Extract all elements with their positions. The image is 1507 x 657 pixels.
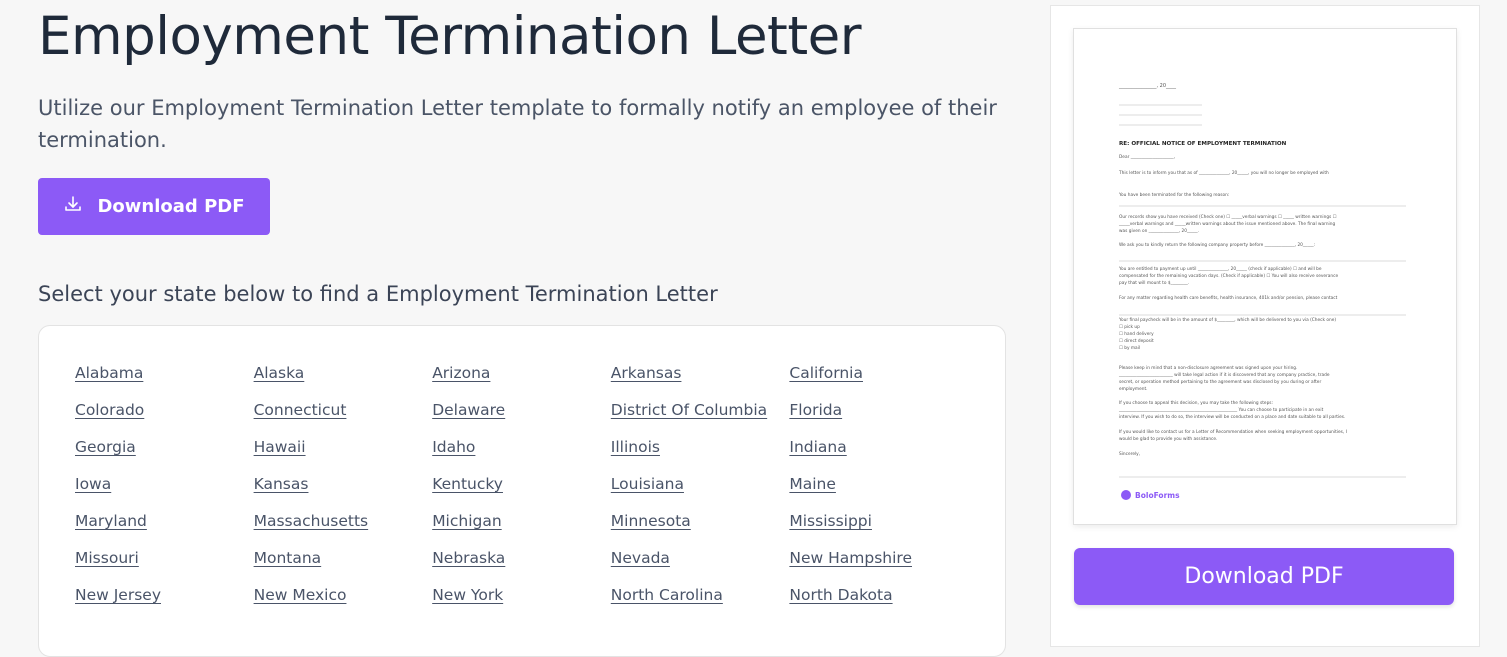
- state-link[interactable]: Arizona: [432, 364, 611, 401]
- preview-text-line: If you choose to appeal this decision, y…: [1119, 400, 1273, 406]
- download-pdf-secondary-label: Download PDF: [1184, 564, 1344, 589]
- preview-text-line: Please keep in mind that a non-disclosur…: [1119, 365, 1297, 371]
- state-link[interactable]: North Dakota: [789, 586, 968, 623]
- preview-heading: RE: OFFICIAL NOTICE OF EMPLOYMENT TERMIN…: [1119, 141, 1287, 147]
- state-link[interactable]: Mississippi: [789, 512, 968, 549]
- preview-text-line: This letter is to inform you that as of …: [1118, 170, 1329, 176]
- preview-brand-name: BoloForms: [1135, 491, 1180, 500]
- state-link[interactable]: Illinois: [611, 438, 790, 475]
- preview-text-line: We ask you to kindly return the followin…: [1119, 242, 1315, 248]
- preview-text-line: Dear ____________________,: [1119, 154, 1175, 160]
- states-grid: Alabama Alaska Arizona Arkansas California Co…: [75, 364, 968, 623]
- state-link[interactable]: New York: [432, 586, 611, 623]
- state-link[interactable]: Connecticut: [254, 401, 433, 438]
- state-link[interactable]: Missouri: [75, 549, 254, 586]
- preview-text-line: was given on ______________, 20_____.: [1119, 228, 1199, 234]
- preview-text-line: secret, or operation method pertaining t…: [1119, 379, 1321, 385]
- state-link[interactable]: Kentucky: [432, 475, 611, 512]
- state-link[interactable]: Idaho: [432, 438, 611, 475]
- preview-text-line: If you would like to contact us for a Le…: [1119, 429, 1347, 435]
- state-link[interactable]: Montana: [254, 549, 433, 586]
- state-link[interactable]: New Jersey: [75, 586, 254, 623]
- state-link[interactable]: Massachusetts: [254, 512, 433, 549]
- state-link[interactable]: Kansas: [254, 475, 433, 512]
- preview-text-line: Your final paycheck will be in the amoun…: [1118, 317, 1336, 323]
- state-link[interactable]: Arkansas: [611, 364, 790, 401]
- preview-text-line: You are entitled to payment up until ___…: [1118, 266, 1322, 272]
- preview-text-line: ________________________________________…: [1118, 407, 1324, 413]
- bolo-logo-icon: [1121, 490, 1131, 500]
- preview-text-line: For any matter regarding health care ben…: [1119, 295, 1338, 301]
- preview-text-line: pay that will mount to $________.: [1119, 280, 1189, 286]
- state-link[interactable]: Maryland: [75, 512, 254, 549]
- state-link[interactable]: Florida: [789, 401, 968, 438]
- preview-text-line: ☐ hand delivery: [1119, 331, 1154, 337]
- state-link[interactable]: District Of Columbia: [611, 401, 790, 438]
- preview-text-line: Sincerely,: [1119, 451, 1140, 457]
- state-link[interactable]: New Hampshire: [789, 549, 968, 586]
- preview-text-line: ☐ direct deposit: [1119, 338, 1154, 344]
- preview-text-line: Our records show you have received (Chec…: [1119, 214, 1337, 220]
- state-link[interactable]: Iowa: [75, 475, 254, 512]
- download-icon: [63, 194, 83, 219]
- state-link[interactable]: Colorado: [75, 401, 254, 438]
- state-link[interactable]: Minnesota: [611, 512, 790, 549]
- document-preview[interactable]: _______________, 20____ RE: OFFICIAL NOTI…: [1073, 28, 1457, 525]
- state-link[interactable]: North Carolina: [611, 586, 790, 623]
- preview-text-line: _____verbal warnings and _____written wa…: [1118, 221, 1335, 227]
- preview-text-line: compensated for the remaining vacation d…: [1119, 273, 1339, 279]
- preview-text-line: _________________________ will take lega…: [1118, 372, 1330, 378]
- state-link[interactable]: Michigan: [432, 512, 611, 549]
- state-select-heading: Select your state below to find a Employ…: [38, 282, 718, 306]
- state-link[interactable]: Alabama: [75, 364, 254, 401]
- states-list-container: Alabama Alaska Arizona Arkansas California Co…: [38, 325, 1006, 657]
- state-link[interactable]: Maine: [789, 475, 968, 512]
- preview-text-line: ☐ by mail: [1119, 345, 1140, 351]
- download-pdf-button-secondary[interactable]: Download PDF: [1074, 548, 1454, 605]
- preview-text-line: You have been terminated for the followi…: [1118, 192, 1229, 198]
- state-link[interactable]: Alaska: [254, 364, 433, 401]
- download-pdf-label: Download PDF: [97, 196, 245, 217]
- preview-text-line: ☐ pick up: [1119, 324, 1140, 330]
- page-subtitle: Utilize our Employment Termination Lette…: [38, 96, 997, 152]
- state-link[interactable]: Nevada: [611, 549, 790, 586]
- state-link[interactable]: California: [789, 364, 968, 401]
- state-link[interactable]: Louisiana: [611, 475, 790, 512]
- state-link[interactable]: Delaware: [432, 401, 611, 438]
- state-link[interactable]: Hawaii: [254, 438, 433, 475]
- preview-text-line: would be glad to provide you with assist…: [1119, 436, 1217, 442]
- preview-text-line: employment.: [1119, 386, 1148, 392]
- preview-date-line: _______________, 20____: [1118, 83, 1177, 89]
- download-pdf-button[interactable]: Download PDF: [38, 178, 270, 235]
- page-title: Employment Termination Letter: [38, 6, 862, 67]
- preview-text-line: interview. If you wish to do so, the int…: [1119, 414, 1345, 420]
- state-link[interactable]: Georgia: [75, 438, 254, 475]
- state-link[interactable]: New Mexico: [254, 586, 433, 623]
- state-link[interactable]: Nebraska: [432, 549, 611, 586]
- state-link[interactable]: Indiana: [789, 438, 968, 475]
